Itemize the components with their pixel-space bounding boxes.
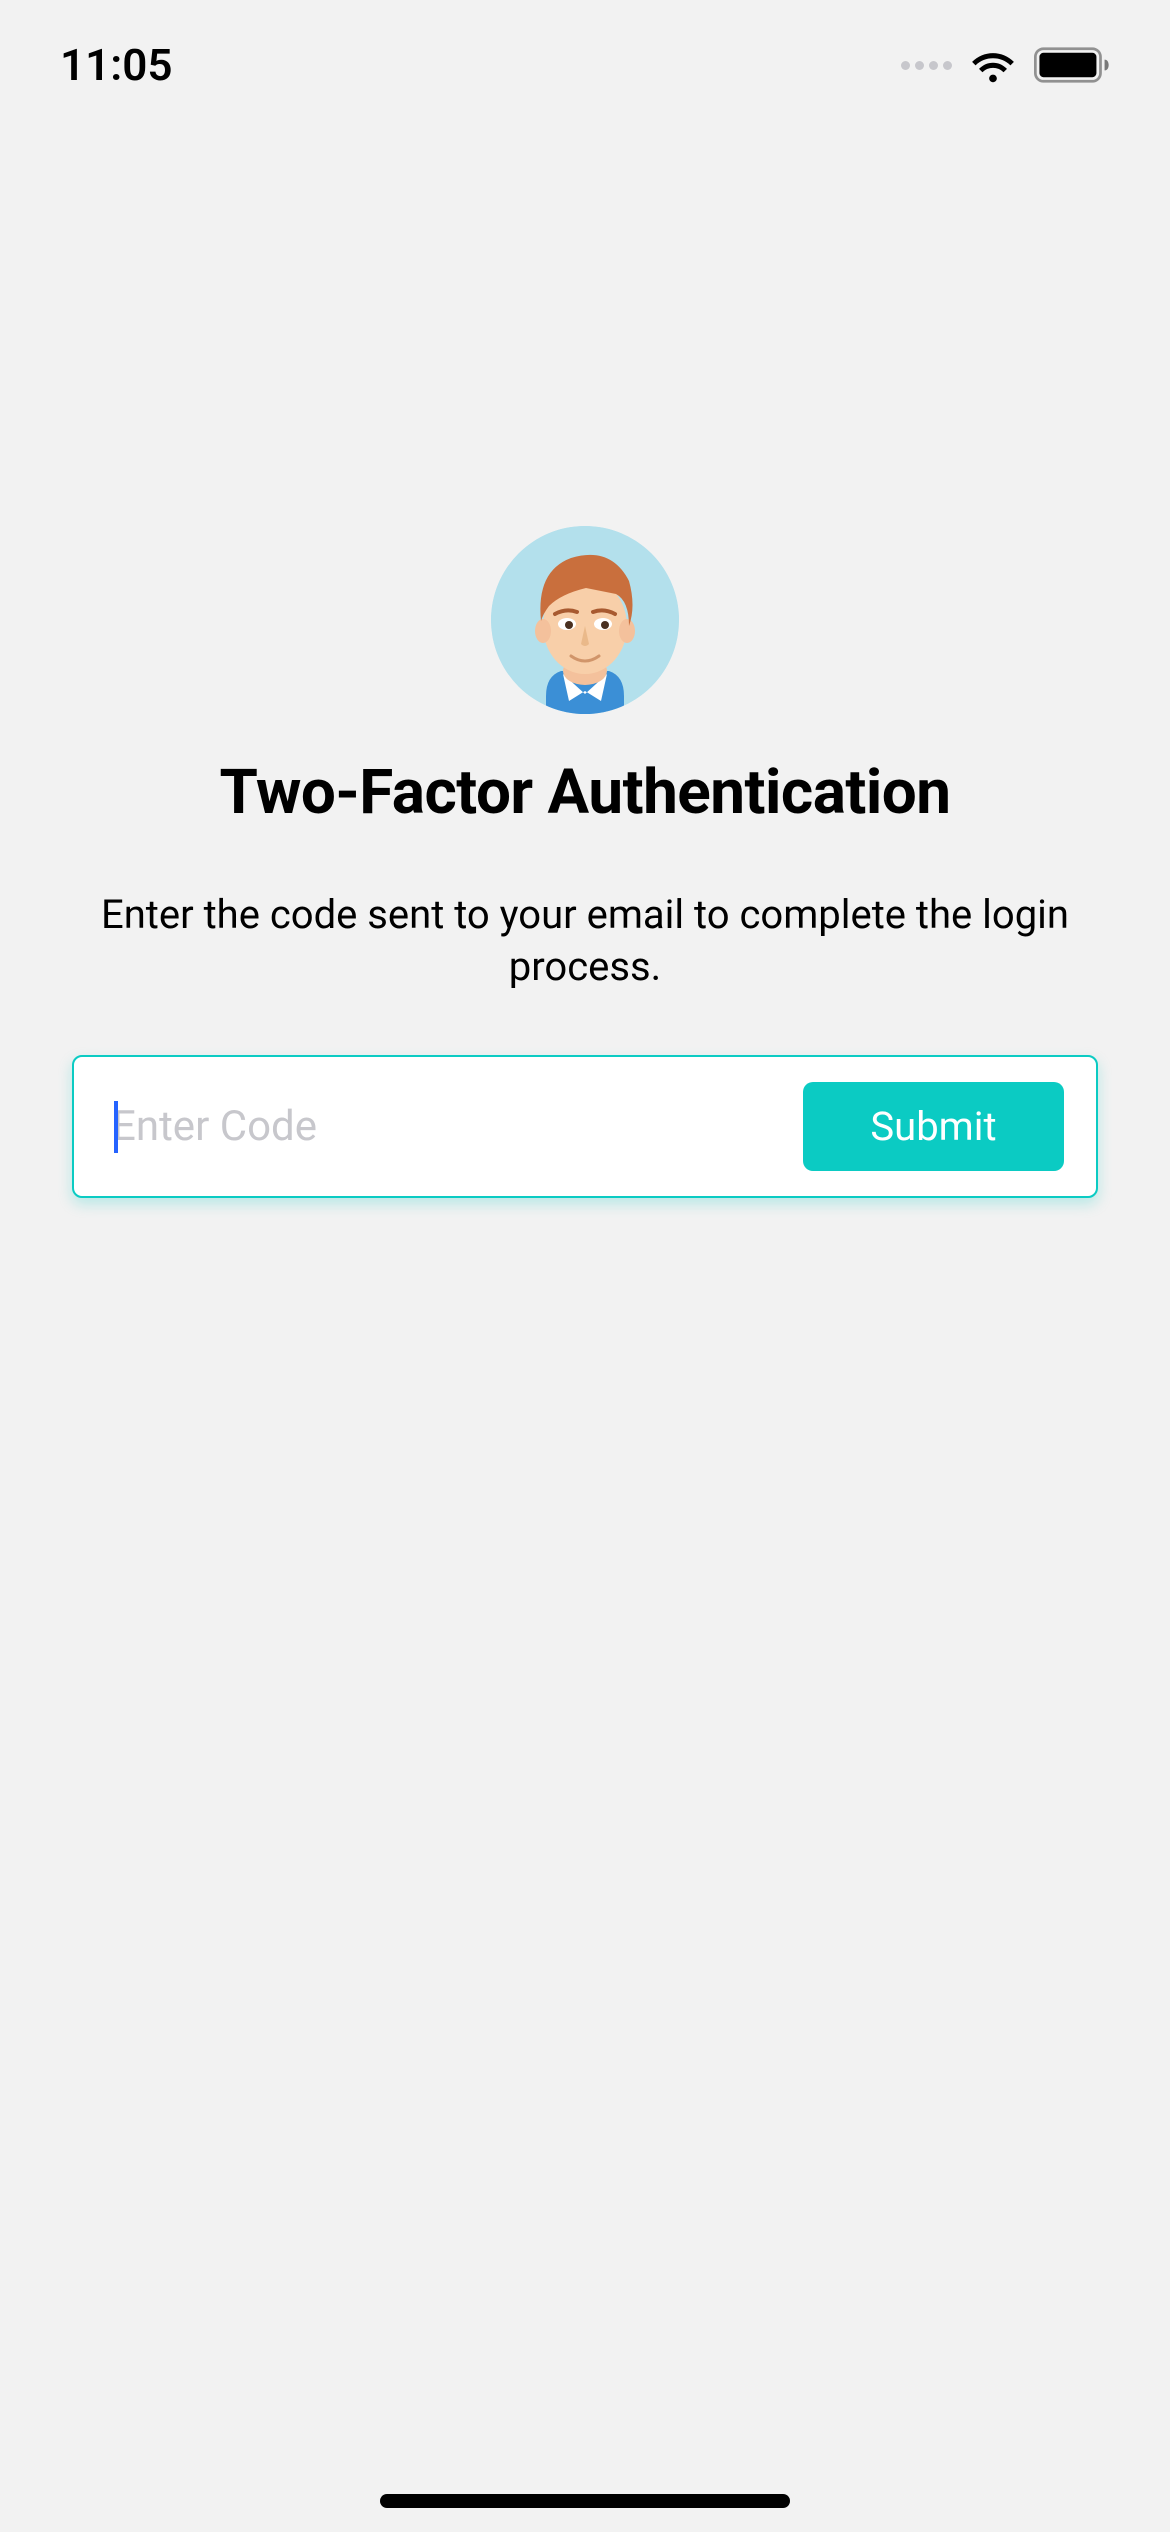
code-input-wrapper[interactable]	[112, 1083, 803, 1170]
avatar	[491, 526, 679, 714]
wifi-icon	[970, 47, 1016, 83]
text-caret	[114, 1101, 118, 1153]
page-title: Two-Factor Authentication	[219, 756, 950, 829]
status-indicators	[901, 47, 1110, 83]
code-input-card: Submit	[72, 1055, 1098, 1198]
home-indicator[interactable]	[380, 2494, 790, 2508]
page-subtitle: Enter the code sent to your email to com…	[30, 889, 1140, 993]
code-input[interactable]	[112, 1102, 803, 1151]
submit-button[interactable]: Submit	[803, 1082, 1064, 1171]
status-time: 11:05	[60, 39, 173, 91]
status-bar: 11:05	[0, 0, 1170, 130]
main-content: Two-Factor Authentication Enter the code…	[0, 526, 1170, 1198]
cellular-signal-icon	[901, 61, 952, 70]
battery-icon	[1034, 47, 1110, 83]
